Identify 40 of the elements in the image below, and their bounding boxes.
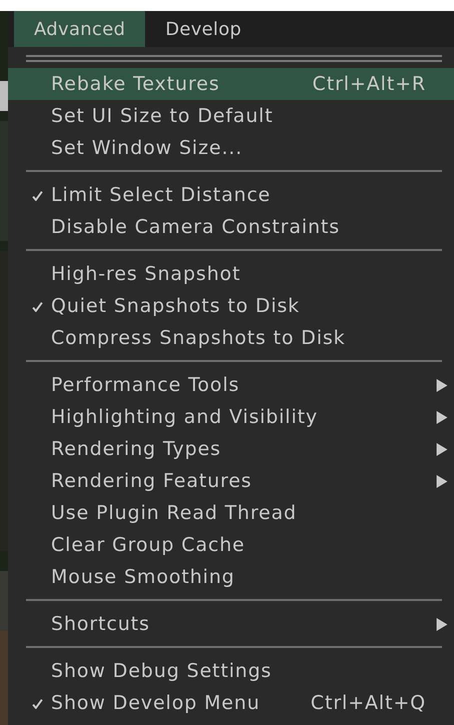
menu-item[interactable]: High-res Snapshot — [8, 258, 454, 290]
menu-item-label: Show Develop Menu — [51, 692, 260, 714]
menu-item-label: Highlighting and Visibility — [51, 406, 318, 428]
menu-item[interactable]: Use Plugin Read Thread — [8, 497, 454, 529]
menu-item[interactable]: Rendering Features — [8, 465, 454, 497]
shortcut-label: Ctrl+Alt+Q — [310, 692, 427, 714]
menu-tab[interactable]: Advanced — [14, 11, 146, 47]
menu-item-label: Show Debug Settings — [51, 660, 272, 682]
menu-item-label: Rebake Textures — [51, 73, 220, 95]
menu-item-label: Clear Group Cache — [51, 534, 246, 556]
menu-item-label: Mouse Smoothing — [51, 566, 235, 588]
menu-item[interactable]: Performance Tools — [8, 369, 454, 401]
menu-item[interactable]: Show Develop Menu Ctrl+Alt+Q — [8, 687, 454, 719]
menu-item[interactable]: Highlighting and Visibility — [8, 401, 454, 433]
menu-item-label: Compress Snapshots to Disk — [51, 327, 346, 349]
menu-item-label: Use Plugin Read Thread — [51, 502, 297, 524]
menu-item[interactable]: Clear Group Cache — [8, 529, 454, 561]
menu-item-label: Limit Select Distance — [51, 184, 271, 206]
menu-item-label: Set Window Size... — [51, 137, 243, 159]
menu-item-label: Set UI Size to Default — [51, 105, 274, 127]
menu-item-label: Disable Camera Constraints — [51, 216, 340, 238]
menu-item[interactable]: Mouse Smoothing — [8, 561, 454, 593]
menu-item[interactable]: Shortcuts — [8, 608, 454, 640]
shortcut-label: Ctrl+Alt+R — [312, 73, 427, 95]
menu-item[interactable]: Compress Snapshots to Disk — [8, 322, 454, 354]
menu-item[interactable]: Set UI Size to Default — [8, 100, 454, 132]
menu-item-label: Shortcuts — [51, 613, 150, 635]
menu-item[interactable]: Set Window Size... — [8, 132, 454, 164]
menu-item-label: Performance Tools — [51, 374, 240, 396]
menu-item-label: Rendering Features — [51, 470, 252, 492]
menu-item[interactable]: Rebake Textures Ctrl+Alt+R — [8, 68, 454, 100]
menu-item[interactable]: Disable Camera Constraints — [8, 211, 454, 243]
menu-item[interactable]: Rendering Types — [8, 433, 454, 465]
menu-item[interactable]: Show Debug Settings — [8, 655, 454, 687]
menu-item-label: Rendering Types — [51, 438, 222, 460]
menu-item[interactable]: Limit Select Distance — [8, 179, 454, 211]
menu-item-label: Quiet Snapshots to Disk — [51, 295, 300, 317]
menu-tab[interactable]: Develop — [145, 11, 262, 47]
menu-item[interactable]: Quiet Snapshots to Disk — [8, 290, 454, 322]
menu-item-label: High-res Snapshot — [51, 263, 241, 285]
